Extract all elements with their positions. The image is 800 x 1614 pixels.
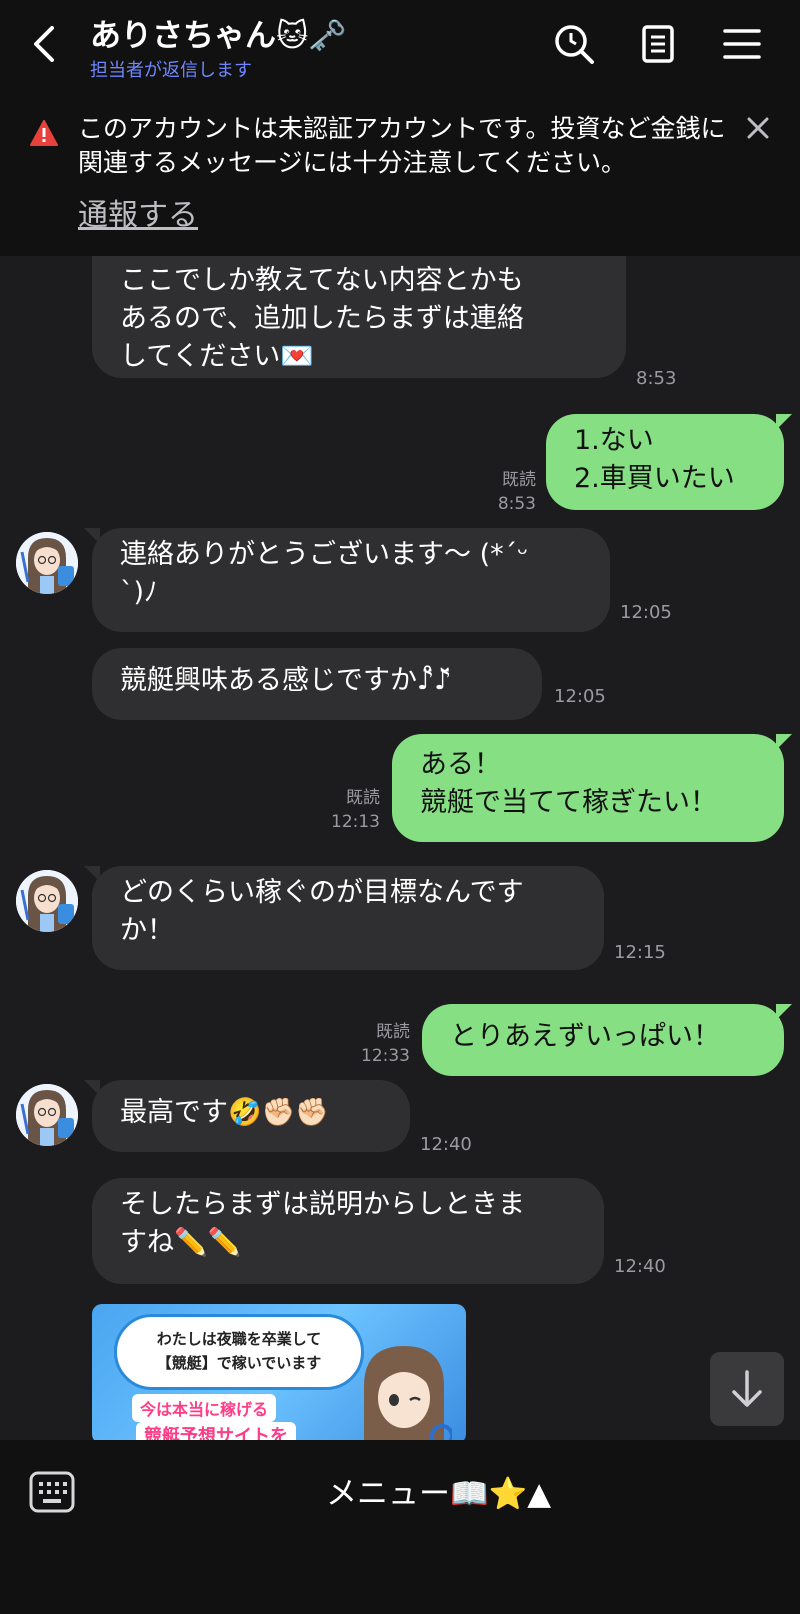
chat-subtitle: 担当者が返信します — [90, 60, 252, 81]
avatar[interactable] — [16, 1084, 78, 1146]
back-icon[interactable] — [26, 22, 66, 66]
chat-header: ありさちゃん🐱🗝️ 担当者が返信します — [0, 0, 800, 92]
bottom-bar: メニュー📖⭐▲ — [0, 1440, 800, 1614]
girl-avatar-icon — [16, 1084, 78, 1146]
girl-illustration-icon — [364, 1346, 452, 1440]
keyboard-icon[interactable] — [28, 1468, 76, 1516]
read-label: 既読 — [502, 470, 536, 490]
girl-avatar-icon — [16, 532, 78, 594]
girl-avatar-icon — [16, 870, 78, 932]
menu-icon[interactable] — [720, 22, 764, 66]
message-bubble[interactable]: 連絡ありがとうございます〜 (*´ᵕ `)ﾉ — [92, 528, 610, 632]
message-time: 12:05 — [554, 686, 606, 707]
message-time: 12:05 — [620, 602, 672, 623]
bubble-tail — [776, 1004, 792, 1020]
image-text: 【競艇】で稼いでいます — [156, 1354, 322, 1372]
message-time: 12:33 — [361, 1046, 410, 1066]
message-time: 8:53 — [497, 494, 536, 514]
message-list[interactable]: ここでしか教えてない内容とかも あるので、追加したらまずは連絡 してください💌 … — [0, 256, 800, 1440]
image-text: 今は本当に稼げる — [132, 1394, 277, 1422]
bubble-tail — [776, 414, 792, 430]
message-text: あるので、追加したらまずは連絡 — [120, 303, 524, 334]
message-bubble[interactable]: 最高です🤣✊🏻✊🏻 — [92, 1080, 410, 1152]
image-caption-bubble: わたしは夜職を卒業して 【競艇】で稼いでいます — [114, 1314, 364, 1390]
message-text: そしたらまずは説明からしときま — [120, 1189, 525, 1220]
message-bubble[interactable]: とりあえずいっぱい！ — [422, 1004, 784, 1076]
message-text: 競艇で当てて稼ぎたい！ — [420, 787, 717, 818]
message-time: 12:15 — [614, 942, 666, 963]
message-bubble[interactable]: そしたらまずは説明からしときま すね✏️✏️ — [92, 1178, 604, 1284]
rich-menu-toggle[interactable]: メニュー📖⭐▲ — [326, 1468, 551, 1513]
image-text: わたしは夜職を卒業して — [156, 1330, 322, 1348]
message-text: してください💌 — [120, 341, 314, 372]
chat-title: ありさちゃん🐱🗝️ — [90, 18, 347, 54]
message-time: 12:13 — [331, 812, 380, 832]
close-icon[interactable] — [744, 114, 772, 142]
message-bubble[interactable]: ここでしか教えてない内容とかも あるので、追加したらまずは連絡 してください💌 — [92, 256, 626, 378]
read-receipt: 既読 12:13 — [320, 786, 380, 834]
message-text: ある！ — [420, 749, 501, 780]
message-bubble[interactable]: どのくらい稼ぐのが目標なんです か！ — [92, 866, 604, 970]
avatar[interactable] — [16, 870, 78, 932]
message-text: `)ﾉ — [120, 577, 158, 608]
message-text: 1.ない — [574, 425, 654, 456]
message-bubble[interactable]: ある！ 競艇で当てて稼ぎたい！ — [392, 734, 784, 842]
message-text: か！ — [120, 915, 174, 946]
message-text: 連絡ありがとうございます〜 (*´ᵕ — [120, 539, 529, 570]
warning-icon — [30, 120, 58, 146]
message-time: 12:40 — [420, 1134, 472, 1155]
image-message[interactable]: わたしは夜職を卒業して 【競艇】で稼いでいます 今は本当に稼げる 競艇予想サイト… — [92, 1304, 466, 1440]
read-receipt: 既読 8:53 — [480, 468, 536, 516]
note-icon[interactable] — [636, 22, 680, 66]
message-text: 2.車買いたい — [574, 463, 735, 494]
search-icon[interactable] — [552, 22, 596, 66]
avatar[interactable] — [16, 532, 78, 594]
read-label: 既読 — [376, 1022, 410, 1042]
read-receipt: 既読 12:33 — [348, 1020, 410, 1068]
report-link[interactable]: 通報する — [78, 190, 198, 234]
message-time: 8:53 — [636, 368, 677, 389]
message-text: どのくらい稼ぐのが目標なんです — [120, 877, 524, 908]
message-text: とりあえずいっぱい！ — [450, 1021, 720, 1052]
read-label: 既読 — [346, 788, 380, 808]
unverified-warning-banner: このアカウントは未認証アカウントです。投資など金銭に関連するメッセージには十分注… — [0, 92, 800, 256]
scroll-down-icon[interactable] — [710, 1352, 784, 1426]
message-text: すね✏️✏️ — [120, 1227, 242, 1258]
message-bubble[interactable]: 1.ない 2.車買いたい — [546, 414, 784, 510]
bubble-tail — [776, 734, 792, 750]
message-text: ここでしか教えてない内容とかも — [120, 265, 524, 296]
warning-text: このアカウントは未認証アカウントです。投資など金銭に関連するメッセージには十分注… — [78, 114, 726, 177]
message-time: 12:40 — [614, 1256, 666, 1277]
message-text: 最高です🤣✊🏻✊🏻 — [120, 1097, 329, 1128]
message-bubble[interactable]: 競艇興味ある感じですか♪̊̈♪̆̈ — [92, 648, 542, 720]
image-text: 競艇予想サイトを — [136, 1422, 296, 1440]
message-text: 競艇興味ある感じですか♪̊̈♪̆̈ — [120, 665, 452, 696]
